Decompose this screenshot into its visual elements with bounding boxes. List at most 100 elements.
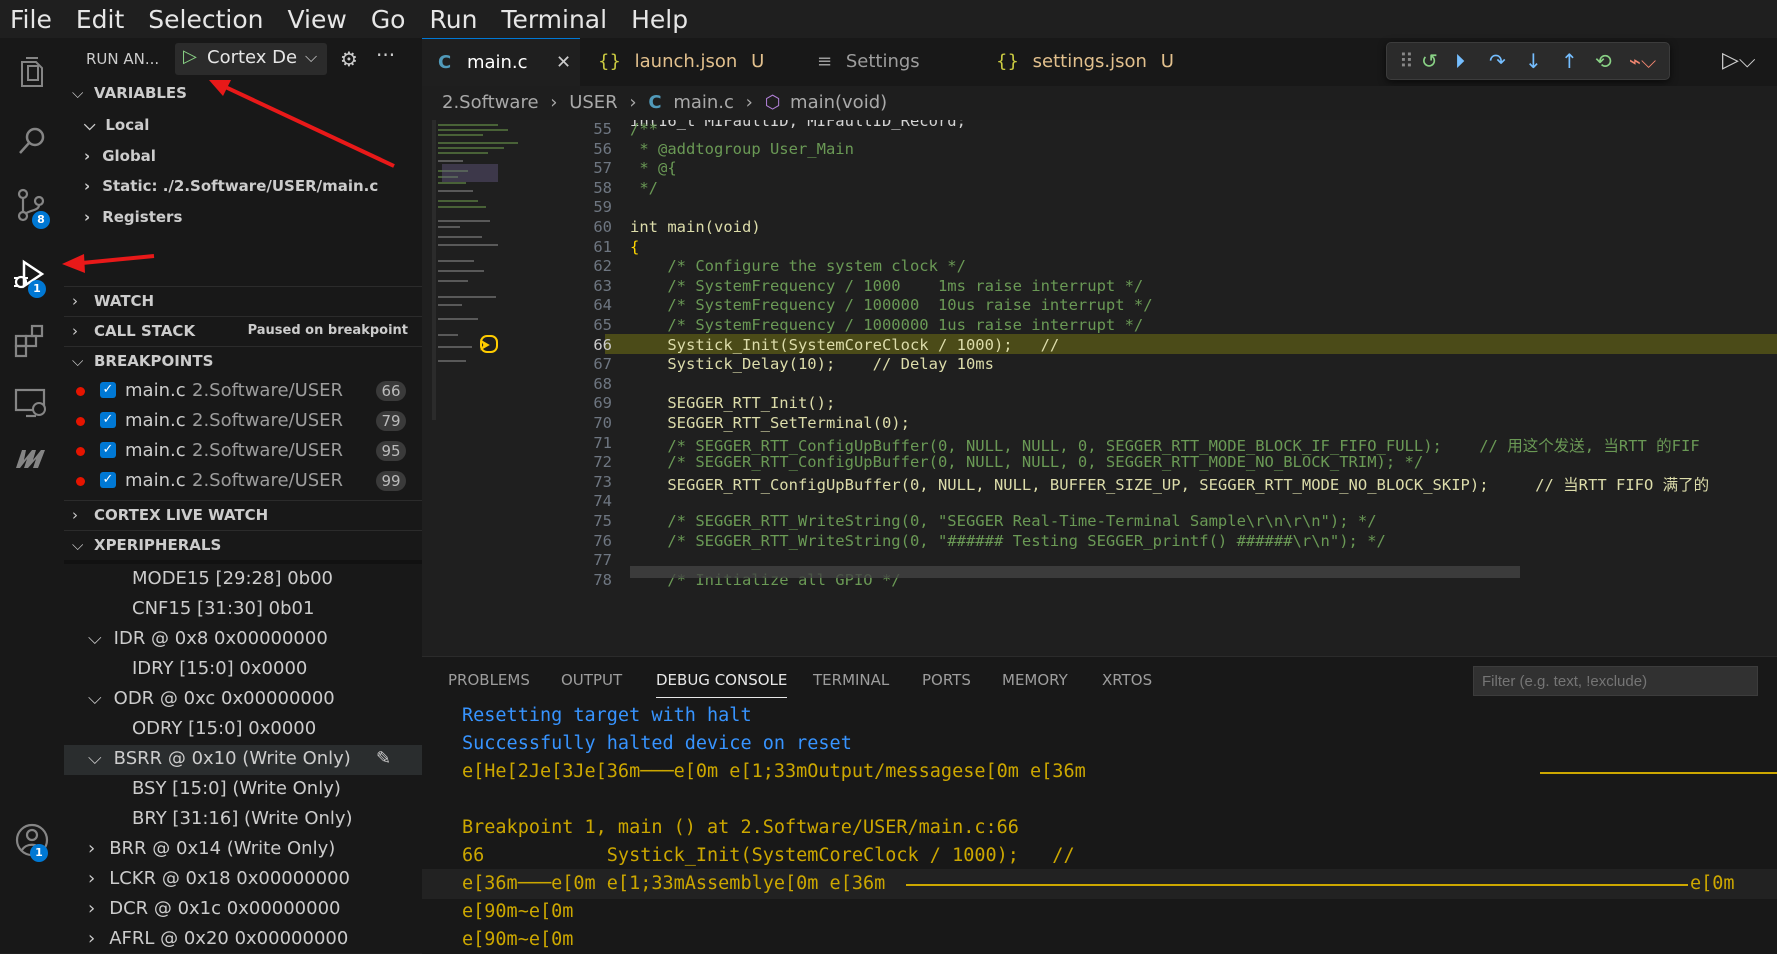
panel-tab-terminal[interactable]: TERMINAL: [813, 671, 889, 689]
variables-section-header[interactable]: ⌵ VARIABLES: [64, 78, 422, 108]
variables-registers-label: Registers: [102, 208, 183, 226]
breakpoint-item[interactable]: ✓ main.c 2.Software/USER 99: [64, 466, 422, 496]
code-line: /* SEGGER_RTT_WriteString(0, "###### Tes…: [630, 531, 1386, 550]
search-icon[interactable]: [12, 122, 52, 162]
step-out-icon[interactable]: ↑: [1561, 49, 1578, 73]
breakpoint-stopped-icon: [480, 335, 498, 353]
breakpoint-checkbox[interactable]: ✓: [100, 472, 116, 488]
panel-tab-problems[interactable]: PROBLEMS: [448, 671, 530, 689]
tab-launch-json[interactable]: {} launch.json U: [582, 38, 782, 86]
variables-static[interactable]: › Static: ./2.Software/USER/main.c: [84, 177, 378, 195]
remote-explorer-icon[interactable]: [12, 383, 52, 423]
console-filter-input[interactable]: [1473, 666, 1758, 696]
horizontal-scrollbar[interactable]: [630, 566, 1520, 578]
menu-edit[interactable]: Edit: [76, 5, 124, 34]
code-editor[interactable]: int16_t MIFaultID, MIFaultID_Record; ⮞ 5…: [422, 120, 1777, 656]
close-icon[interactable]: ✕: [556, 39, 571, 87]
breadcrumb-folder[interactable]: 2.Software: [442, 92, 539, 113]
drag-handle-icon[interactable]: ⠿: [1399, 49, 1414, 73]
platform-m-icon[interactable]: [12, 438, 52, 478]
more-actions-icon[interactable]: ···: [376, 43, 395, 67]
step-over-icon[interactable]: ↷: [1489, 49, 1506, 73]
reset-device-icon[interactable]: ↺: [1421, 49, 1438, 73]
source-control-icon[interactable]: 8: [12, 186, 52, 229]
peripheral-register[interactable]: › BRR @ 0x14 (Write Only): [88, 838, 335, 859]
menu-file[interactable]: File: [10, 5, 52, 34]
edit-pencil-icon[interactable]: ✎: [376, 748, 391, 769]
watch-section-header[interactable]: › WATCH: [64, 286, 422, 316]
line-number: 69: [593, 394, 612, 413]
variables-registers[interactable]: › Registers: [84, 208, 182, 226]
code-line: /* SystemFrequency / 1000000 1us raise i…: [630, 316, 1144, 334]
gear-icon[interactable]: ⚙: [340, 47, 358, 71]
panel-tab-memory[interactable]: MEMORY: [1002, 671, 1068, 689]
scroll-shadow: [64, 560, 422, 564]
minimap[interactable]: [432, 120, 532, 656]
json-file-icon: {}: [996, 51, 1019, 72]
peripheral-register-label: DCR @ 0x1c 0x00000000: [109, 898, 341, 919]
breakpoints-section-header[interactable]: ⌵ BREAKPOINTS: [64, 346, 422, 376]
accounts-icon[interactable]: 1: [12, 820, 52, 862]
tab-settings-json[interactable]: {} settings.json U: [972, 38, 1182, 86]
panel-tab-debug-console[interactable]: DEBUG CONSOLE: [656, 671, 788, 698]
restart-icon[interactable]: ⟲: [1595, 49, 1612, 73]
sidebar-title: RUN AN...: [86, 50, 160, 68]
peripheral-field[interactable]: BSY [15:0] (Write Only): [132, 778, 341, 799]
run-debug-icon[interactable]: 1: [10, 256, 50, 298]
breadcrumb-file[interactable]: main.c: [673, 92, 734, 113]
line-number: 72: [593, 453, 612, 472]
explorer-icon[interactable]: [12, 54, 52, 94]
menu-go[interactable]: Go: [371, 5, 406, 34]
menu-run[interactable]: Run: [429, 5, 477, 34]
peripheral-field[interactable]: CNF15 [31:30] 0b01: [132, 598, 314, 619]
code-line: Systick_Delay(10); // Delay 10ms: [630, 355, 994, 374]
variables-local[interactable]: ⌵ Local: [84, 116, 149, 134]
variables-global[interactable]: › Global: [84, 147, 156, 165]
breakpoint-file: main.c: [125, 440, 186, 461]
breakpoint-item[interactable]: ✓ main.c 2.Software/USER 79: [64, 406, 422, 436]
panel-tab-ports[interactable]: PORTS: [922, 671, 971, 689]
start-debug-icon[interactable]: ▷: [183, 46, 197, 67]
call-stack-section-header[interactable]: › CALL STACK Paused on breakpoint: [64, 316, 422, 346]
breakpoint-item[interactable]: ✓ main.c 2.Software/USER 66: [64, 376, 422, 406]
peripheral-register[interactable]: ⌵ IDR @ 0x8 0x00000000: [88, 628, 328, 649]
menu-selection[interactable]: Selection: [148, 5, 263, 34]
tab-label: Settings: [845, 51, 920, 72]
disconnect-icon[interactable]: ⌁⌵: [1629, 49, 1656, 73]
breadcrumb-folder[interactable]: USER: [569, 92, 617, 113]
menu-terminal[interactable]: Terminal: [501, 5, 607, 34]
debug-config-select[interactable]: ▷ Cortex De ⌵: [175, 43, 327, 75]
run-debug-dropdown-icon[interactable]: ▷⌵: [1722, 48, 1756, 73]
peripheral-field[interactable]: IDRY [15:0] 0x0000: [132, 658, 307, 679]
panel-tab-xrtos[interactable]: XRTOS: [1102, 671, 1152, 689]
tab-main-c[interactable]: C main.c ✕: [422, 38, 580, 87]
peripheral-register[interactable]: › AFRL @ 0x20 0x00000000: [88, 928, 348, 949]
peripheral-field[interactable]: BRY [31:16] (Write Only): [132, 808, 353, 829]
peripheral-field[interactable]: ODRY [15:0] 0x0000: [132, 718, 316, 739]
peripheral-register[interactable]: ⌵ ODR @ 0xc 0x00000000: [88, 688, 335, 709]
line-number: 63: [593, 276, 612, 295]
breakpoint-checkbox[interactable]: ✓: [100, 442, 116, 458]
peripheral-register[interactable]: ⌵ BSRR @ 0x10 (Write Only): [88, 748, 351, 769]
menu-view[interactable]: View: [287, 5, 346, 34]
breakpoint-checkbox[interactable]: ✓: [100, 412, 116, 428]
extensions-icon[interactable]: [12, 320, 52, 360]
peripheral-register[interactable]: › DCR @ 0x1c 0x00000000: [88, 898, 340, 919]
breakpoint-item[interactable]: ✓ main.c 2.Software/USER 95: [64, 436, 422, 466]
line-number: 60: [593, 218, 612, 236]
tab-settings[interactable]: ≡ Settings: [807, 38, 947, 86]
continue-icon[interactable]: ⏵: [1455, 49, 1465, 73]
menu-help[interactable]: Help: [631, 5, 688, 34]
tab-status: U: [751, 51, 765, 72]
code-line: /* Configure the system clock */: [630, 257, 966, 276]
cortex-live-watch-section-header[interactable]: › CORTEX LIVE WATCH: [64, 500, 422, 530]
peripheral-field[interactable]: MODE15 [29:28] 0b00: [132, 568, 333, 589]
breakpoint-checkbox[interactable]: ✓: [100, 382, 116, 398]
xperipherals-section-header[interactable]: ⌵ XPERIPHERALS: [64, 530, 422, 560]
peripheral-register[interactable]: › LCKR @ 0x18 0x00000000: [88, 868, 350, 889]
step-into-icon[interactable]: ↓: [1525, 49, 1542, 73]
line-number: 76: [593, 531, 612, 550]
breakpoints-label: BREAKPOINTS: [94, 352, 214, 370]
panel-tab-output[interactable]: OUTPUT: [561, 671, 622, 689]
breadcrumb-symbol[interactable]: main(void): [790, 92, 887, 113]
